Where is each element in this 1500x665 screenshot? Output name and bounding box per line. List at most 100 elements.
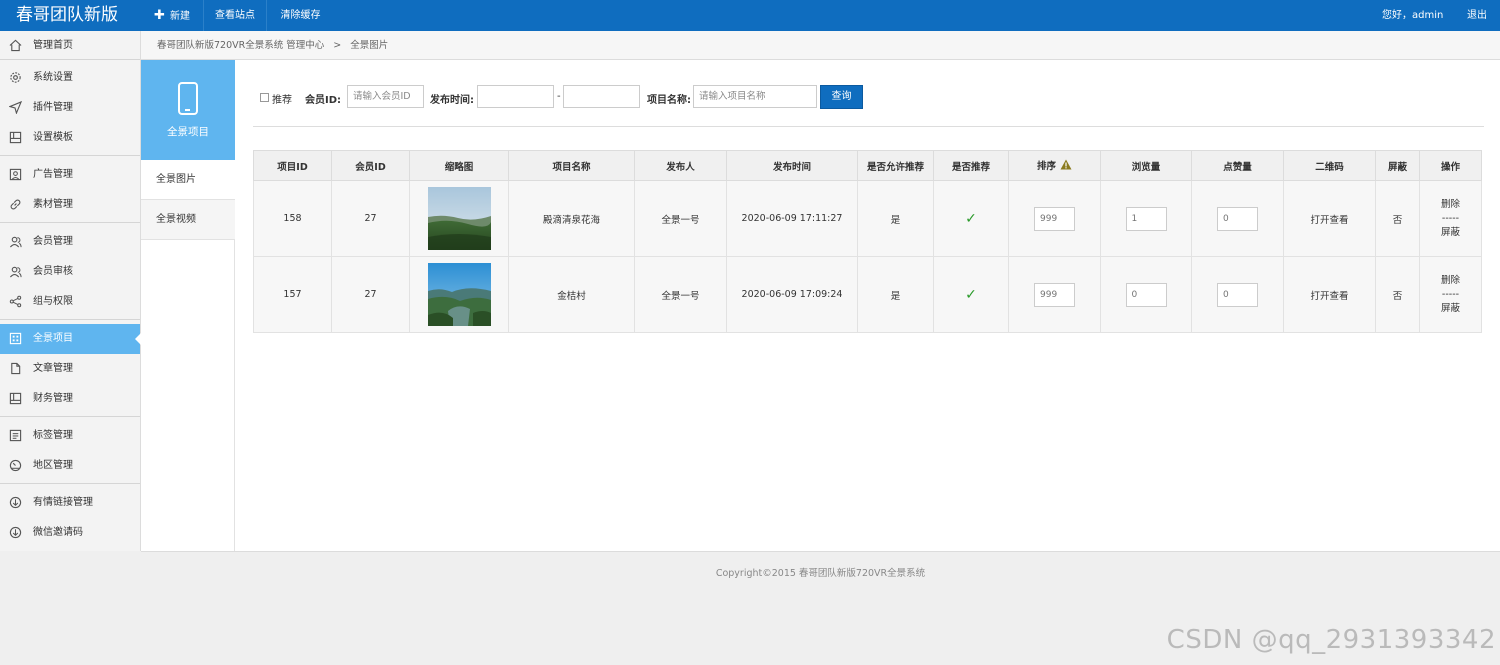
user-check-icon	[9, 265, 22, 278]
clear-cache-button[interactable]: 清除缓存	[266, 0, 334, 31]
cell-project-id: 158	[253, 180, 332, 257]
col-header-member-id: 会员ID	[331, 150, 410, 181]
link-icon	[9, 198, 22, 211]
cell-recommended: ✓	[933, 180, 1009, 257]
cell-blocked: 否	[1375, 180, 1420, 257]
action-separator: -----	[1441, 212, 1460, 224]
image-icon	[9, 168, 22, 181]
col-header-actions: 操作	[1419, 150, 1482, 181]
mobile-phone-icon	[178, 82, 198, 115]
project-table: 项目ID 会员ID 缩略图 项目名称 发布人 发布时间 是否允许推荐 是否推荐 …	[253, 150, 1482, 333]
submenu: 全景项目 全景图片 全景视频	[141, 60, 235, 551]
new-button[interactable]: ✚ 新建	[141, 0, 203, 31]
thumbnail-image[interactable]	[427, 187, 491, 250]
warning-icon[interactable]	[1060, 159, 1072, 173]
sidebar-item-groups[interactable]: 组与权限	[0, 287, 140, 317]
recommend-label: 推荐	[272, 95, 292, 106]
date-range-dash: -	[557, 91, 561, 102]
sidebar-item-finance[interactable]: 财务管理	[0, 384, 140, 414]
cell-publisher: 全景一号	[634, 256, 727, 333]
likes-input[interactable]	[1217, 206, 1258, 231]
query-button[interactable]: 查询	[820, 85, 863, 109]
col-header-views: 浏览量	[1100, 150, 1192, 181]
sidebar-divider	[0, 319, 140, 320]
sidebar-item-plugins[interactable]: 插件管理	[0, 93, 140, 123]
sidebar-item-tags[interactable]: 标签管理	[0, 421, 140, 451]
home-icon	[9, 39, 22, 52]
sidebar-item-label: 有情链接管理	[33, 497, 93, 508]
publish-time-start-input[interactable]	[477, 85, 554, 108]
sidebar-item-label: 会员管理	[33, 236, 73, 247]
send-icon	[9, 101, 22, 114]
cell-allow-recommend: 是	[857, 256, 934, 333]
sidebar-item-members[interactable]: 会员管理	[0, 227, 140, 257]
sidebar-item-templates[interactable]: 设置模板	[0, 123, 140, 153]
sidebar-item-materials[interactable]: 素材管理	[0, 190, 140, 220]
cell-actions: 删除 ----- 屏蔽	[1419, 180, 1482, 257]
sidebar-item-member-review[interactable]: 会员审核	[0, 257, 140, 287]
col-header-qrcode: 二维码	[1283, 150, 1376, 181]
delete-link[interactable]: 删除	[1420, 274, 1481, 288]
sidebar-item-friend-links[interactable]: 有情链接管理	[0, 488, 140, 518]
sidebar-divider	[0, 416, 140, 417]
sort-header-label: 排序	[1036, 160, 1056, 172]
sort-input[interactable]	[1034, 282, 1075, 307]
new-button-label: 新建	[169, 11, 190, 22]
col-header-publish-time: 发布时间	[726, 150, 858, 181]
sidebar-item-wechat-invite[interactable]: 微信邀请码	[0, 518, 140, 548]
logout-button[interactable]: 退出	[1467, 0, 1487, 31]
sidebar-item-regions[interactable]: 地区管理	[0, 451, 140, 481]
check-icon: ✓	[965, 286, 977, 303]
cell-publisher: 全景一号	[634, 180, 727, 257]
arrow-circle-icon	[9, 526, 22, 539]
sidebar-item-panorama-projects[interactable]: 全景项目	[0, 324, 141, 354]
views-input[interactable]	[1125, 282, 1167, 307]
cell-project-name: 金桔村	[508, 256, 635, 333]
view-site-button[interactable]: 查看站点	[203, 0, 266, 31]
open-qrcode-link[interactable]: 打开查看	[1310, 291, 1348, 302]
publish-time-end-input[interactable]	[563, 85, 640, 108]
cell-member-id: 27	[331, 256, 410, 333]
likes-input[interactable]	[1217, 282, 1258, 307]
cell-member-id: 27	[331, 180, 410, 257]
cell-blocked: 否	[1375, 256, 1420, 333]
project-name-input[interactable]	[693, 85, 817, 108]
thumbnail-image[interactable]	[427, 263, 491, 326]
ledger-icon	[9, 392, 22, 405]
sidebar-divider	[0, 222, 140, 223]
col-header-sort: 排序	[1008, 150, 1101, 181]
table-row: 157 27 金桔村 全景一号 2020-06-09 17:09:24 是 ✓ …	[253, 256, 1482, 333]
sidebar-item-label: 素材管理	[33, 199, 73, 210]
sidebar-item-ads[interactable]: 广告管理	[0, 160, 140, 190]
sort-input[interactable]	[1034, 206, 1075, 231]
table-row: 158 27 殿滴清泉花海 全景一号 2020-06-09 17:11:27 是…	[253, 180, 1482, 257]
cell-sort	[1008, 256, 1101, 333]
sidebar-item-home[interactable]: 管理首页	[0, 31, 140, 61]
dashboard-icon	[9, 459, 22, 472]
users-icon	[9, 235, 22, 248]
delete-link[interactable]: 删除	[1420, 198, 1481, 212]
block-link[interactable]: 屏蔽	[1420, 302, 1481, 316]
sidebar-item-label: 插件管理	[33, 102, 73, 113]
breadcrumb: 春哥团队新版720VR全景系统 管理中心 > 全景图片	[141, 31, 1500, 60]
views-input[interactable]	[1125, 206, 1167, 231]
member-id-input[interactable]	[347, 85, 424, 108]
breadcrumb-root[interactable]: 春哥团队新版720VR全景系统 管理中心	[157, 40, 324, 51]
block-link[interactable]: 屏蔽	[1420, 226, 1481, 240]
sidebar-item-label: 标签管理	[33, 430, 73, 441]
sidebar-item-label: 广告管理	[33, 169, 73, 180]
sidebar-item-system-settings[interactable]: 系统设置	[0, 63, 140, 93]
sidebar-item-label: 会员审核	[33, 266, 73, 277]
submenu-item-panorama-images[interactable]: 全景图片	[141, 160, 235, 200]
cell-qrcode: 打开查看	[1283, 256, 1376, 333]
user-greeting: 您好，admin	[1382, 10, 1444, 21]
file-icon	[9, 362, 22, 375]
sidebar-item-articles[interactable]: 文章管理	[0, 354, 140, 384]
breadcrumb-current: 全景图片	[350, 40, 389, 51]
sidebar-divider	[0, 483, 140, 484]
open-qrcode-link[interactable]: 打开查看	[1310, 215, 1348, 226]
recommend-checkbox[interactable]	[260, 93, 269, 102]
submenu-item-panorama-videos[interactable]: 全景视频	[141, 200, 235, 240]
cell-recommended: ✓	[933, 256, 1009, 333]
sidebar-divider	[0, 155, 140, 156]
